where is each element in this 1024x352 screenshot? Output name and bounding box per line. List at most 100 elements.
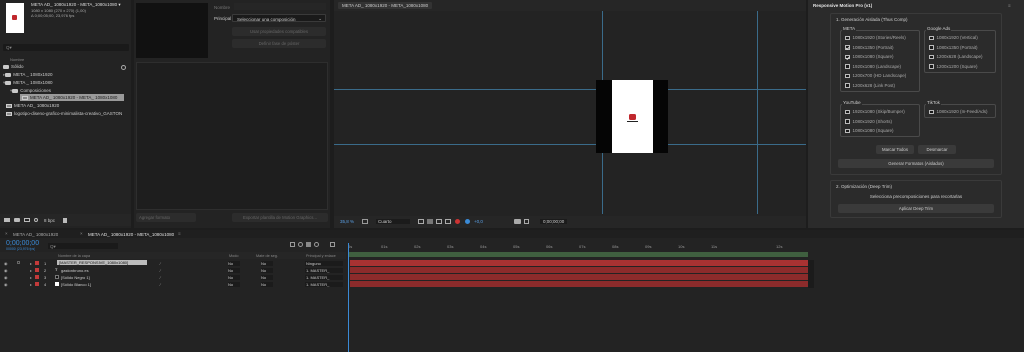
viewer-timecode[interactable]: 0;00;00;00 <box>540 219 568 224</box>
expand-chevron-icon[interactable]: ▸ <box>30 261 32 266</box>
layer-track-bar[interactable] <box>350 274 808 280</box>
checkbox-meta-1200x700[interactable]: 1200x700 (HD Landscape) <box>845 71 906 81</box>
deselect-button[interactable]: Desmarcar <box>918 145 956 154</box>
checkbox-meta-1080x1350[interactable]: 1080x1350 (Portrait) <box>845 43 906 53</box>
pencil-icon[interactable]: ∕ <box>160 275 161 280</box>
bit-depth-button[interactable]: 8 bpc <box>44 218 55 223</box>
expand-chevron-icon[interactable]: ▸ <box>30 282 32 287</box>
tab-menu-icon[interactable]: ≡ <box>178 231 181 236</box>
exposure-value[interactable]: +0,0 <box>474 219 483 224</box>
list-item-selected[interactable]: META AD_ 1080x1920 - META_ 1080x1080 <box>20 94 124 101</box>
apply-deep-trim-button[interactable]: Aplicar Deep Trim <box>838 204 994 213</box>
layer-mode[interactable]: No <box>228 260 240 266</box>
plugin-menu-icon[interactable]: ≡ <box>1008 3 1011 8</box>
layer-row[interactable]: ◉ ▸ 3 [Sólido Negro 1] ∕ No No 1. MASTER… <box>0 274 346 280</box>
checkbox-google-1200x628[interactable]: 1200x628 (Landscape) <box>929 52 983 62</box>
checkbox-meta-1920x1080[interactable]: 1920x1080 (Landscape) <box>845 62 906 72</box>
settings-icon[interactable] <box>34 218 38 222</box>
layer-row[interactable]: ◉ ▸ 1 [MASTER_RESPONSIVE_1080x1080] ∕ No… <box>0 260 346 266</box>
layer-mode[interactable]: No <box>228 267 240 273</box>
mask-visibility-icon[interactable] <box>436 219 442 224</box>
grid-icon[interactable] <box>445 219 451 224</box>
layer-matte[interactable]: No <box>261 281 273 287</box>
layer-parent[interactable]: Ninguno <box>305 260 343 266</box>
color-management-icon[interactable] <box>465 219 470 224</box>
col-parent[interactable]: Principal y enlace <box>306 254 336 258</box>
guide-vertical[interactable] <box>757 11 758 214</box>
label-color-swatch[interactable] <box>35 268 39 272</box>
visibility-eye-icon[interactable]: ◉ <box>4 275 8 280</box>
checkbox-youtube-1920x1080[interactable]: 1920x1080 (Skip/Bumper) <box>845 107 905 117</box>
layer-track-bar[interactable] <box>350 260 808 266</box>
layer-track-bar[interactable] <box>350 281 808 287</box>
nombre-input[interactable] <box>234 3 326 10</box>
checkbox-meta-1080x1080[interactable]: 1080x1080 (Square) <box>845 52 906 62</box>
resolution-select[interactable]: Cuarto <box>376 219 410 224</box>
layer-parent[interactable]: 1. MASTER_ <box>305 281 343 287</box>
guide-horizontal[interactable] <box>334 89 806 90</box>
layer-name[interactable]: gastonbruno.es <box>61 268 147 273</box>
interpret-footage-icon[interactable] <box>4 218 10 222</box>
work-area-bar[interactable] <box>349 252 808 257</box>
shy-icon[interactable] <box>298 242 303 247</box>
checkbox-google-1200x1200[interactable]: 1200x1200 (Square) <box>929 62 983 72</box>
set-poster-time-button[interactable]: Definir fase de póster <box>232 39 326 48</box>
graph-editor-icon[interactable] <box>330 242 335 247</box>
col-mode[interactable]: Modo <box>229 254 239 258</box>
label-color-swatch[interactable] <box>35 261 39 265</box>
layer-name[interactable]: [Sólido Negro 1] <box>61 275 147 280</box>
motion-blur-icon[interactable] <box>314 242 319 247</box>
project-col-name[interactable]: Nombre <box>10 57 24 62</box>
checkbox-meta-1080x1920[interactable]: 1080x1920 (Stories/Reels) <box>845 33 906 43</box>
list-item[interactable]: logotipo-diseno-grafico-minimalista-crea… <box>6 110 130 117</box>
select-all-button[interactable]: Marcar Todos <box>876 145 914 154</box>
layer-mode[interactable]: No <box>228 281 240 287</box>
timeline-tab-active[interactable]: META AD_ 1080x1920 - META_1080x1080 <box>88 232 174 237</box>
label-color-swatch[interactable] <box>35 275 39 279</box>
pencil-icon[interactable]: ∕ <box>160 261 161 266</box>
fit-icon[interactable] <box>362 219 368 224</box>
checkbox-youtube-1080x1920[interactable]: 1080x1920 (Shorts) <box>845 117 905 127</box>
zoom-select[interactable]: 35,8 % <box>340 219 354 224</box>
layer-row[interactable]: ◉ ▸ 2 T gastonbruno.es ∕ No No 1. MASTER… <box>0 267 346 273</box>
frame-blend-icon[interactable] <box>306 242 311 247</box>
col-track-matte[interactable]: Mate de seg. <box>256 254 278 258</box>
playhead[interactable] <box>348 243 349 352</box>
trash-icon[interactable] <box>63 218 67 223</box>
visibility-eye-icon[interactable]: ◉ <box>4 282 8 287</box>
visibility-eye-icon[interactable]: ◉ <box>4 268 8 273</box>
expand-chevron-icon[interactable]: ▸ <box>30 268 32 273</box>
layer-track-bar[interactable] <box>350 267 808 273</box>
guide-horizontal[interactable] <box>334 144 806 145</box>
timeline-timecode[interactable]: 0;00;00;00 <box>6 240 39 247</box>
list-item[interactable]: Sólido <box>3 63 128 70</box>
layer-parent[interactable]: 1. MASTER_ <box>305 267 343 273</box>
link-icon[interactable] <box>121 65 126 70</box>
label-color-swatch[interactable] <box>35 282 39 286</box>
pencil-icon[interactable]: ∕ <box>160 282 161 287</box>
checkbox-google-1080x1920[interactable]: 1080x1920 (Vertical) <box>929 33 983 43</box>
layer-parent[interactable]: 1. MASTER_ <box>305 274 343 280</box>
viewer-tab[interactable]: META AD_ 1080x1920 - META_1080x1080 <box>338 2 433 9</box>
layer-matte[interactable]: No <box>261 267 273 273</box>
checkbox-youtube-1080x1080[interactable]: 1080x1080 (Square) <box>845 126 905 136</box>
layer-row[interactable]: ◉ ▸ 4 [Sólido Blanco 1] ∕ No No 1. MASTE… <box>0 281 346 287</box>
channel-icon[interactable] <box>455 219 460 224</box>
region-of-interest-icon[interactable] <box>418 219 424 224</box>
layer-matte[interactable]: No <box>261 274 273 280</box>
expand-chevron-icon[interactable]: ▸ <box>30 275 32 280</box>
project-search-input[interactable]: Q▾ <box>3 44 129 51</box>
list-item[interactable]: ▾ Composiciones <box>10 87 128 94</box>
checkbox-tiktok-1080x1920[interactable]: 1080x1920 (In-Feed/Ads) <box>929 107 988 117</box>
layer-mode[interactable]: No <box>228 274 240 280</box>
use-compatible-properties-button[interactable]: Usar propiedades compatibles <box>232 27 326 36</box>
transparency-grid-icon[interactable] <box>427 219 433 224</box>
principal-select[interactable]: Seleccionar una composición ⌄ <box>232 14 326 22</box>
layer-name[interactable]: [Sólido Blanco 1] <box>61 282 147 287</box>
timeline-tab[interactable]: META AD_ 1080x1920 <box>13 232 58 237</box>
visibility-eye-icon[interactable]: ◉ <box>4 261 8 266</box>
time-ruler[interactable]: 0s 01s 02s 03s 04s 05s 06s 07s 08s 09s 1… <box>346 243 816 251</box>
col-layer-name[interactable]: Nombre de la capa <box>58 254 90 258</box>
new-folder-icon[interactable] <box>14 218 20 222</box>
layer-matte[interactable]: No <box>261 260 273 266</box>
